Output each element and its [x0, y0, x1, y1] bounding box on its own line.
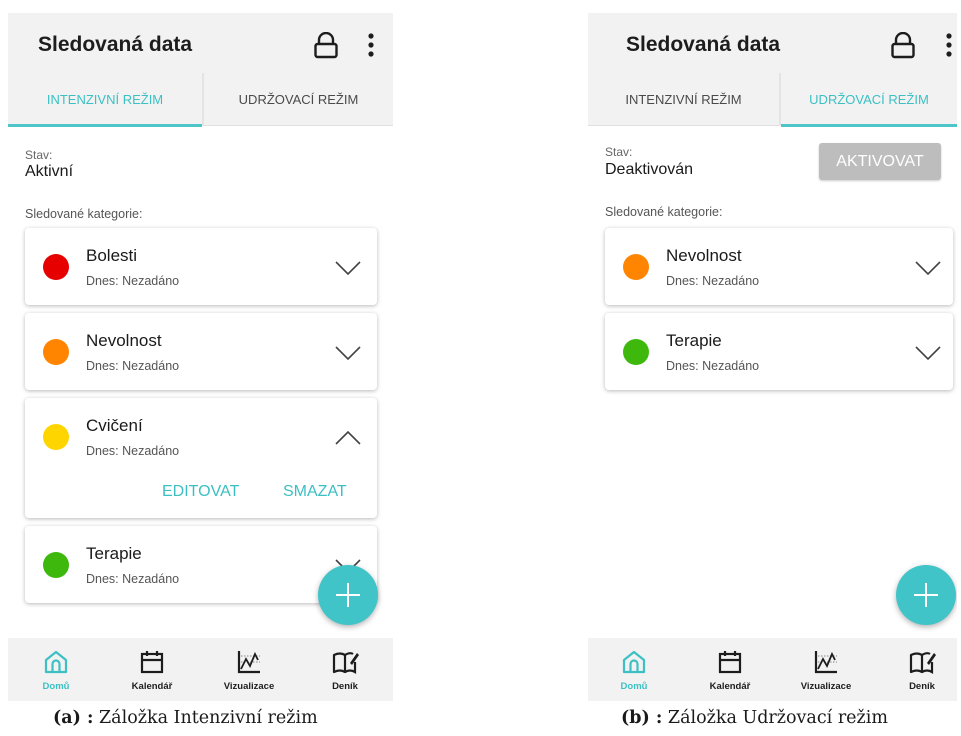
calendar-icon: [718, 651, 742, 674]
category-color-dot: [43, 552, 69, 578]
bottom-navigation: Domů Kalendář Vizualizace Deník: [8, 638, 393, 701]
nav-label: Kalendář: [131, 681, 173, 692]
mode-tabs: INTENZIVNÍ REŽIM UDRŽOVACÍ REŽIM: [588, 73, 957, 127]
tab-intensive[interactable]: INTENZIVNÍ REŽIM: [588, 73, 779, 126]
category-color-dot: [43, 254, 69, 280]
app-bar: Sledovaná data: [588, 13, 957, 73]
app-bar: Sledovaná data: [8, 13, 393, 73]
chevron-down-icon[interactable]: [335, 261, 361, 275]
nav-item-calendar[interactable]: Kalendář: [107, 638, 197, 701]
bottom-navigation: Domů Kalendář Vizualizace Deník: [588, 638, 957, 701]
category-subtitle: Dnes: Nezadáno: [86, 359, 180, 373]
more-vertical-icon[interactable]: [367, 33, 375, 57]
category-name: Nevolnost: [86, 331, 162, 350]
category-name: Nevolnost: [666, 246, 742, 265]
category-subtitle: Dnes: Nezadáno: [666, 274, 760, 288]
edit-button[interactable]: EDITOVAT: [162, 483, 239, 501]
category-name: Bolesti: [86, 246, 138, 265]
page-title: Sledovaná data: [626, 33, 781, 56]
nav-label: Vizualizace: [223, 681, 275, 692]
more-vertical-icon[interactable]: [945, 33, 953, 57]
nav-label: Vizualizace: [800, 681, 852, 692]
nav-item-visualization[interactable]: Vizualizace: [204, 638, 294, 701]
chevron-up-icon[interactable]: [335, 431, 361, 445]
home-icon: [44, 650, 68, 674]
lock-icon[interactable]: [313, 32, 339, 60]
category-subtitle: Dnes: Nezadáno: [86, 572, 180, 586]
delete-button[interactable]: SMAZAT: [283, 483, 347, 501]
caption-b: (b) : Záložka Udržovací režim: [621, 708, 888, 728]
category-color-dot: [43, 339, 69, 365]
caption-tag: (a) :: [53, 708, 94, 728]
diary-icon: [332, 652, 359, 674]
tab-intensive[interactable]: INTENZIVNÍ REŽIM: [8, 73, 202, 127]
category-color-dot: [43, 424, 69, 450]
category-card-nevolnost[interactable]: Nevolnost Dnes: Nezadáno: [605, 228, 953, 305]
state-value: Aktivní: [25, 163, 74, 180]
nav-label: Domů: [42, 681, 70, 692]
caption-tag: (b) :: [621, 708, 663, 728]
category-name: Cvičení: [86, 416, 143, 435]
category-card-terapie[interactable]: Terapie Dnes: Nezadáno: [605, 313, 953, 390]
plus-icon: [336, 583, 360, 607]
screen-intensive-mode: Sledovaná data INTENZIVNÍ REŽIM UDRŽOVAC…: [8, 13, 393, 701]
tab-maintenance[interactable]: UDRŽOVACÍ REŽIM: [204, 73, 393, 126]
category-card-bolesti[interactable]: Bolesti Dnes: Nezadáno: [25, 228, 377, 305]
chevron-down-icon[interactable]: [335, 346, 361, 360]
category-subtitle: Dnes: Nezadáno: [86, 274, 180, 288]
category-card-nevolnost[interactable]: Nevolnost Dnes: Nezadáno: [25, 313, 377, 390]
chart-icon: [237, 651, 260, 674]
chart-icon: [814, 651, 837, 674]
section-label: Sledované kategorie:: [605, 205, 723, 219]
mode-tabs: INTENZIVNÍ REŽIM UDRŽOVACÍ REŽIM: [8, 73, 393, 127]
activate-button[interactable]: AKTIVOVAT: [819, 143, 941, 180]
section-label: Sledované kategorie:: [25, 207, 143, 221]
add-category-button[interactable]: [318, 565, 378, 625]
nav-label: Deník: [332, 681, 358, 692]
tab-maintenance[interactable]: UDRŽOVACÍ REŽIM: [781, 73, 957, 127]
nav-item-diary[interactable]: Deník: [877, 638, 957, 701]
caption-text: Záložka Udržovací režim: [662, 708, 888, 728]
nav-label: Kalendář: [709, 681, 751, 692]
page-title: Sledovaná data: [38, 33, 193, 56]
screen-maintenance-mode: Sledovaná data INTENZIVNÍ REŽIM UDRŽOVAC…: [588, 13, 957, 701]
nav-item-home[interactable]: Domů: [11, 638, 101, 701]
nav-item-visualization[interactable]: Vizualizace: [781, 638, 871, 701]
nav-item-diary[interactable]: Deník: [300, 638, 390, 701]
diary-icon: [909, 652, 936, 674]
chevron-down-icon[interactable]: [915, 346, 941, 360]
category-name: Terapie: [666, 331, 722, 350]
category-color-dot: [623, 254, 649, 280]
home-icon: [622, 650, 646, 674]
caption-a: (a) : Záložka Intenzivní režim: [53, 708, 318, 728]
nav-label: Domů: [620, 681, 648, 692]
category-subtitle: Dnes: Nezadáno: [86, 444, 180, 458]
nav-item-home[interactable]: Domů: [589, 638, 679, 701]
category-subtitle: Dnes: Nezadáno: [666, 359, 760, 373]
add-category-button[interactable]: [896, 565, 956, 625]
caption-text: Záložka Intenzivní režim: [93, 708, 318, 728]
nav-item-calendar[interactable]: Kalendář: [685, 638, 775, 701]
category-color-dot: [623, 339, 649, 365]
plus-icon: [914, 583, 938, 607]
chevron-down-icon[interactable]: [915, 261, 941, 275]
state-label: Stav:: [25, 148, 53, 162]
nav-label: Deník: [909, 681, 935, 692]
lock-icon[interactable]: [890, 32, 916, 60]
category-name: Terapie: [86, 544, 142, 563]
state-label: Stav:: [605, 145, 633, 159]
state-value: Deaktivován: [605, 161, 694, 178]
calendar-icon: [140, 651, 164, 674]
category-card-cviceni[interactable]: Cvičení Dnes: Nezadáno EDITOVAT SMAZAT: [25, 398, 377, 518]
